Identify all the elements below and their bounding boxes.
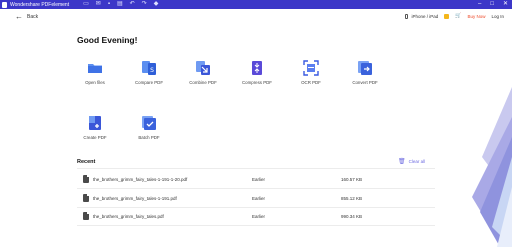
table-row[interactable]: the_brothers_grimm_fairy_tales.pdf Earli… — [77, 207, 435, 226]
compare-icon: S — [141, 60, 157, 76]
file-size: 990.34 KB — [341, 214, 363, 219]
recent-title: Recent — [77, 159, 96, 165]
combine-icon — [195, 60, 211, 76]
pdf-file-icon — [83, 194, 89, 202]
file-name: the_brothers_grimm_fairy_tales-1-191-1-2… — [93, 177, 188, 182]
clear-all-label: Clear all — [408, 159, 426, 164]
clear-all-button[interactable]: 🗑 Clear all — [398, 158, 425, 165]
file-size: 855.12 KB — [341, 196, 363, 201]
table-row[interactable]: the_brothers_grimm_fairy_tales-1-191.pdf… — [77, 189, 435, 208]
tool-compress-pdf[interactable]: Compress PDF — [229, 60, 285, 85]
greeting-title: Good Evening! — [77, 35, 138, 45]
back-button[interactable]: ← Back — [15, 13, 38, 21]
buy-now-button[interactable]: Buy Now — [467, 14, 485, 19]
create-icon — [87, 115, 103, 131]
file-name: the_brothers_grimm_fairy_tales.pdf — [93, 214, 164, 219]
undo-icon[interactable]: ↶ — [130, 0, 135, 9]
tool-batch-pdf[interactable]: Batch PDF — [121, 115, 177, 140]
header-actions: iPhone / iPad 🛒 Buy Now Log In — [405, 13, 504, 19]
tool-label: Compare PDF — [134, 80, 164, 85]
save-icon[interactable]: ▪ — [108, 0, 110, 9]
tool-ocr-pdf[interactable]: OCR PDF — [283, 60, 339, 85]
convert-icon — [357, 60, 373, 76]
file-time: Earlier — [252, 196, 266, 201]
cart-icon: 🛒 — [455, 13, 462, 19]
trash-icon: 🗑 — [398, 159, 406, 165]
gift-icon[interactable] — [444, 13, 450, 19]
pdf-file-icon — [83, 175, 89, 183]
title-bar: Wondershare PDFelement ▭ ✉ ▪ ▤ ↶ ↷ ◆ – □… — [0, 0, 512, 9]
file-name: the_brothers_grimm_fairy_tales-1-191.pdf — [93, 196, 177, 201]
mail-icon[interactable]: ✉ — [96, 0, 101, 9]
maximize-icon[interactable]: □ — [490, 0, 494, 9]
tool-convert-pdf[interactable]: Convert PDF — [337, 60, 393, 85]
print-icon[interactable]: ▤ — [117, 0, 123, 9]
file-time: Earlier — [252, 177, 266, 182]
quick-toolbar: ▭ ✉ ▪ ▤ ↶ ↷ ◆ — [83, 0, 158, 9]
decorative-sheets — [452, 47, 512, 247]
svg-text:S: S — [150, 67, 154, 74]
tool-open-files[interactable]: Open files — [67, 60, 123, 85]
tool-label: Compress PDF — [241, 80, 272, 85]
tool-create-pdf[interactable]: Create PDF — [67, 115, 123, 140]
phone-icon — [405, 13, 409, 19]
arrow-left-icon: ← — [15, 12, 23, 21]
device-button[interactable]: iPhone / iPad — [405, 13, 439, 19]
window-controls: – □ ✕ — [478, 0, 508, 9]
minimize-icon[interactable]: – — [478, 0, 481, 9]
shield-icon[interactable]: ◆ — [154, 0, 159, 9]
redo-icon[interactable]: ↷ — [142, 0, 147, 9]
device-label: iPhone / iPad — [411, 13, 439, 19]
tool-label: OCR PDF — [301, 80, 321, 85]
divider — [77, 168, 435, 169]
table-row[interactable]: the_brothers_grimm_fairy_tales-1-191-1-2… — [77, 170, 435, 189]
file-size: 160.57 KB — [341, 177, 363, 182]
open-file-icon[interactable]: ▭ — [83, 0, 89, 9]
tool-label: Convert PDF — [352, 80, 378, 85]
compress-icon — [249, 60, 265, 76]
app-logo-icon — [2, 1, 7, 8]
file-time: Earlier — [252, 214, 266, 219]
ocr-icon — [303, 60, 319, 76]
folder-icon — [87, 60, 103, 76]
batch-icon — [141, 115, 157, 131]
tool-label: Create PDF — [83, 135, 107, 140]
app-title: Wondershare PDFelement — [10, 1, 70, 8]
login-button[interactable]: Log In — [491, 14, 504, 19]
tool-label: Open files — [85, 80, 105, 85]
tool-label: Batch PDF — [138, 135, 160, 140]
back-label: Back — [27, 14, 39, 20]
tool-compare-pdf[interactable]: S Compare PDF — [121, 60, 177, 85]
tool-combine-pdf[interactable]: Combine PDF — [175, 60, 231, 85]
tool-label: Combine PDF — [189, 80, 217, 85]
pdf-file-icon — [83, 212, 89, 220]
close-icon[interactable]: ✕ — [503, 0, 508, 9]
